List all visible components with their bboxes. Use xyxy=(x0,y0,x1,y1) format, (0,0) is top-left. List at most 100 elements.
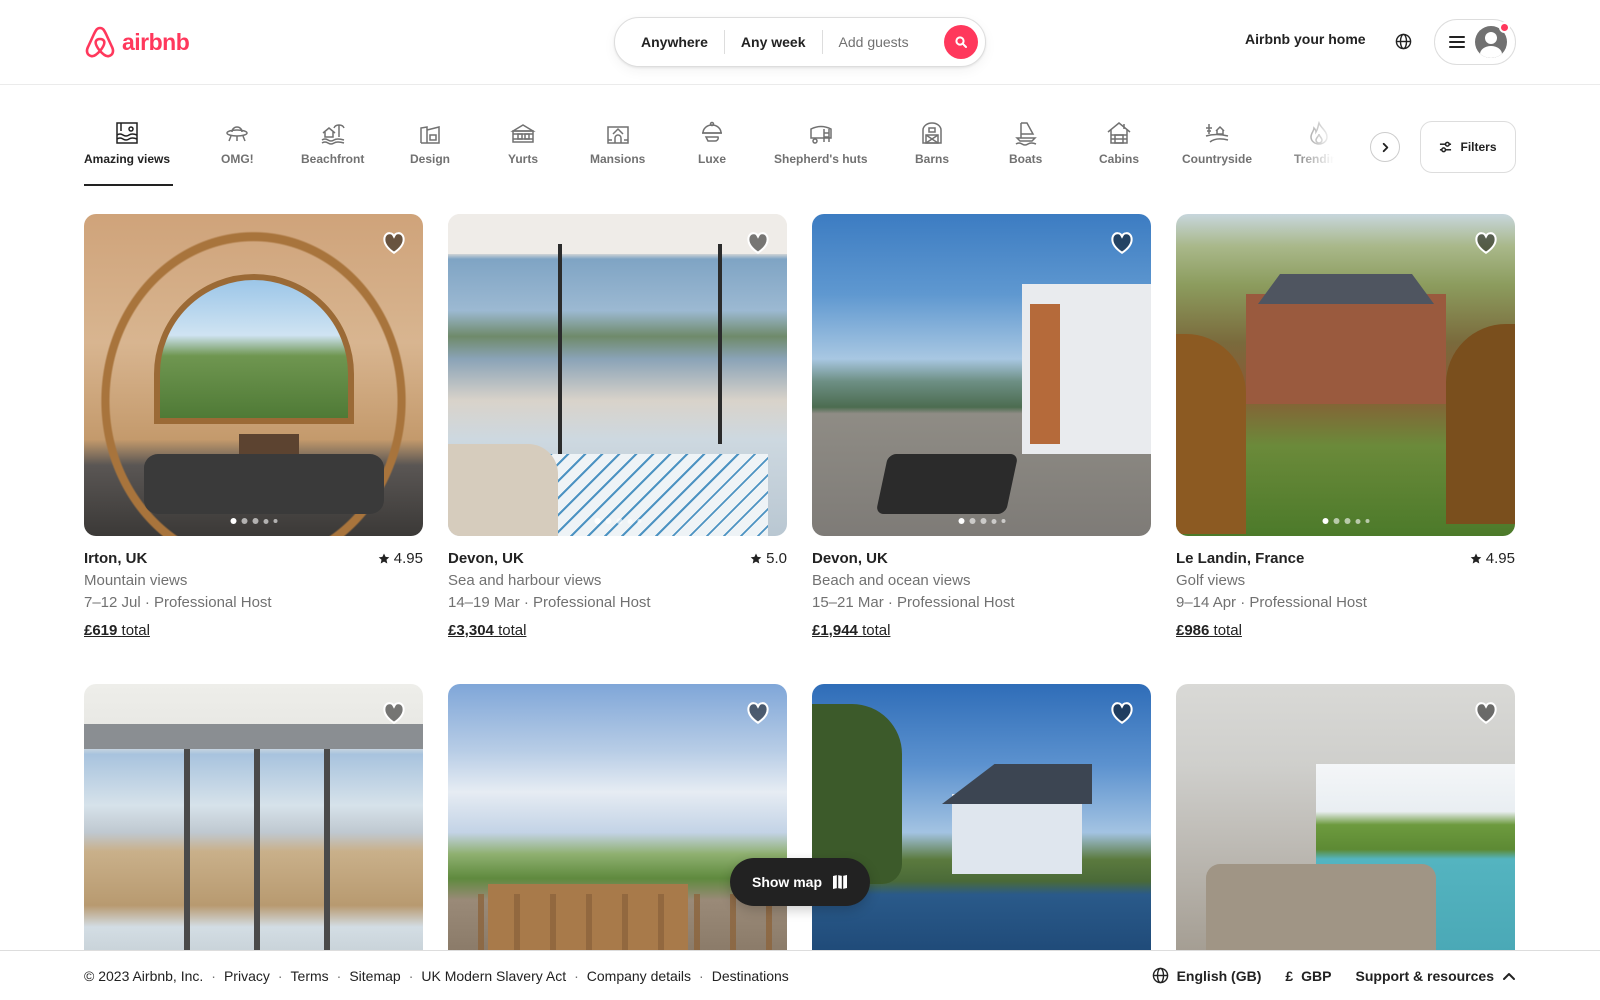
photo-sofa xyxy=(448,444,558,536)
footer-separator: · xyxy=(574,967,579,984)
category-label: OMG! xyxy=(221,152,254,166)
footer-link-sitemap[interactable]: Sitemap xyxy=(349,968,400,984)
price-amount: £619 xyxy=(84,622,118,639)
listing-card[interactable]: Le Landin, France 4.95 Golf views 9–14 A… xyxy=(1176,214,1515,642)
photo-tree xyxy=(1176,334,1246,534)
listing-photo[interactable] xyxy=(84,214,423,536)
category-label: Luxe xyxy=(698,152,727,166)
category-cabins[interactable]: Cabins xyxy=(1099,120,1139,166)
star-icon xyxy=(750,553,762,564)
category-luxe[interactable]: Luxe xyxy=(698,120,726,166)
language-button[interactable] xyxy=(1392,30,1414,52)
airbnb-your-home-link[interactable]: Airbnb your home xyxy=(1245,31,1366,47)
listing-photo[interactable] xyxy=(448,684,787,954)
footer-link-company-details[interactable]: Company details xyxy=(587,968,691,984)
heart-icon[interactable] xyxy=(381,230,407,256)
listing-card[interactable] xyxy=(1176,684,1515,954)
ufo-icon xyxy=(226,126,249,142)
currency-selector[interactable]: £ GBP xyxy=(1285,968,1331,984)
category-beachfront[interactable]: Beachfront xyxy=(301,120,364,166)
listing-photo[interactable] xyxy=(812,214,1151,536)
star-icon xyxy=(378,553,390,564)
listing-price-link[interactable]: £619 total xyxy=(84,620,423,642)
photo-frame xyxy=(184,744,190,954)
listing-location: Irton, UK xyxy=(84,550,148,567)
category-design[interactable]: Design xyxy=(410,120,450,166)
listing-card[interactable]: Devon, UK 5.0 Sea and harbour views 14–1… xyxy=(448,214,787,642)
price-amount: £3,304 xyxy=(448,622,494,639)
heart-icon[interactable] xyxy=(745,700,771,726)
category-barns[interactable]: Barns xyxy=(915,120,949,166)
listing-description: Beach and ocean views xyxy=(812,572,971,589)
category-bar: Amazing views OMG! Beachfront Design Yur… xyxy=(84,110,1384,190)
cloche-icon xyxy=(702,121,722,142)
category-countryside[interactable]: Countryside xyxy=(1182,120,1252,166)
category-amazing-views[interactable]: Amazing views xyxy=(84,120,170,166)
listing-price-link[interactable]: £3,304 total xyxy=(448,620,787,642)
support-resources-button[interactable]: Support & resources xyxy=(1356,968,1516,984)
category-mansions[interactable]: Mansions xyxy=(590,120,645,166)
footer: © 2023 Airbnb, Inc. · Privacy · Terms · … xyxy=(0,950,1600,1000)
listing-card[interactable] xyxy=(84,684,423,954)
listing-photo[interactable] xyxy=(1176,214,1515,536)
filters-label: Filters xyxy=(1460,140,1497,154)
footer-link-privacy[interactable]: Privacy xyxy=(224,968,270,984)
category-omg[interactable]: OMG! xyxy=(221,120,254,166)
listing-card[interactable] xyxy=(448,684,787,954)
listing-description: Mountain views xyxy=(84,572,188,589)
search-where-button[interactable]: Anywhere xyxy=(625,34,724,50)
airbnb-belo-icon xyxy=(85,26,115,58)
show-map-label: Show map xyxy=(751,874,822,890)
price-amount: £986 xyxy=(1176,622,1210,639)
listing-price-link[interactable]: £986 total xyxy=(1176,620,1515,642)
rating-value: 4.95 xyxy=(393,550,423,567)
heart-icon[interactable] xyxy=(745,230,771,256)
star-icon xyxy=(1470,553,1482,564)
category-label: Cabins xyxy=(1099,152,1140,166)
category-label: Boats xyxy=(1009,152,1043,166)
photo-frame xyxy=(324,744,330,954)
heart-icon[interactable] xyxy=(1473,700,1499,726)
price-suffix: total xyxy=(1213,622,1242,639)
listing-card[interactable]: Devon, UK Beach and ocean views 15–21 Ma… xyxy=(812,214,1151,642)
search-when-button[interactable]: Any week xyxy=(725,34,822,50)
language-selector[interactable]: English (GB) xyxy=(1152,967,1261,984)
top-header: airbnb Anywhere Any week Add guests Airb… xyxy=(0,0,1600,85)
rating-value: 4.95 xyxy=(1485,550,1515,567)
photo-window xyxy=(154,274,354,424)
airbnb-logo[interactable]: airbnb xyxy=(84,25,190,59)
yurt-icon xyxy=(510,124,536,143)
category-scroll-next-button[interactable] xyxy=(1370,132,1400,162)
heart-icon[interactable] xyxy=(1473,230,1499,256)
listing-photo[interactable] xyxy=(812,684,1151,954)
photo-chateau xyxy=(1246,294,1446,404)
photo-pagination-dots xyxy=(594,518,641,524)
listing-card[interactable] xyxy=(812,684,1151,954)
filters-button[interactable]: Filters xyxy=(1420,121,1516,173)
heart-icon[interactable] xyxy=(1109,700,1135,726)
logo-text: airbnb xyxy=(122,28,190,55)
category-boats[interactable]: Boats xyxy=(1009,120,1042,166)
search-submit-button[interactable] xyxy=(944,25,978,59)
listing-photo[interactable] xyxy=(448,214,787,536)
footer-link-terms[interactable]: Terms xyxy=(291,968,329,984)
listing-card[interactable]: Irton, UK 4.95 Mountain views 7–12 Jul ·… xyxy=(84,214,423,642)
amazing-views-icon xyxy=(116,122,138,144)
mansion-icon xyxy=(606,126,629,144)
show-map-button[interactable]: Show map xyxy=(730,858,870,906)
photo-awning xyxy=(84,724,423,749)
search-bar[interactable]: Anywhere Any week Add guests xyxy=(614,17,986,67)
category-shepherds-huts[interactable]: Shepherd's huts xyxy=(774,120,868,166)
listing-photo[interactable] xyxy=(84,684,423,954)
heart-icon[interactable] xyxy=(1109,230,1135,256)
footer-link-modern-slavery[interactable]: UK Modern Slavery Act xyxy=(421,968,566,984)
heart-icon[interactable] xyxy=(381,700,407,726)
hut-icon xyxy=(810,125,832,144)
listing-price-link[interactable]: £1,944 total xyxy=(812,620,1151,642)
listing-dates-host: 7–12 Jul · Professional Host xyxy=(84,594,272,611)
footer-separator: · xyxy=(408,967,414,984)
listing-photo[interactable] xyxy=(1176,684,1515,954)
footer-link-destinations[interactable]: Destinations xyxy=(712,968,789,984)
category-yurts[interactable]: Yurts xyxy=(508,120,538,166)
search-guests-button[interactable]: Add guests xyxy=(823,34,925,50)
